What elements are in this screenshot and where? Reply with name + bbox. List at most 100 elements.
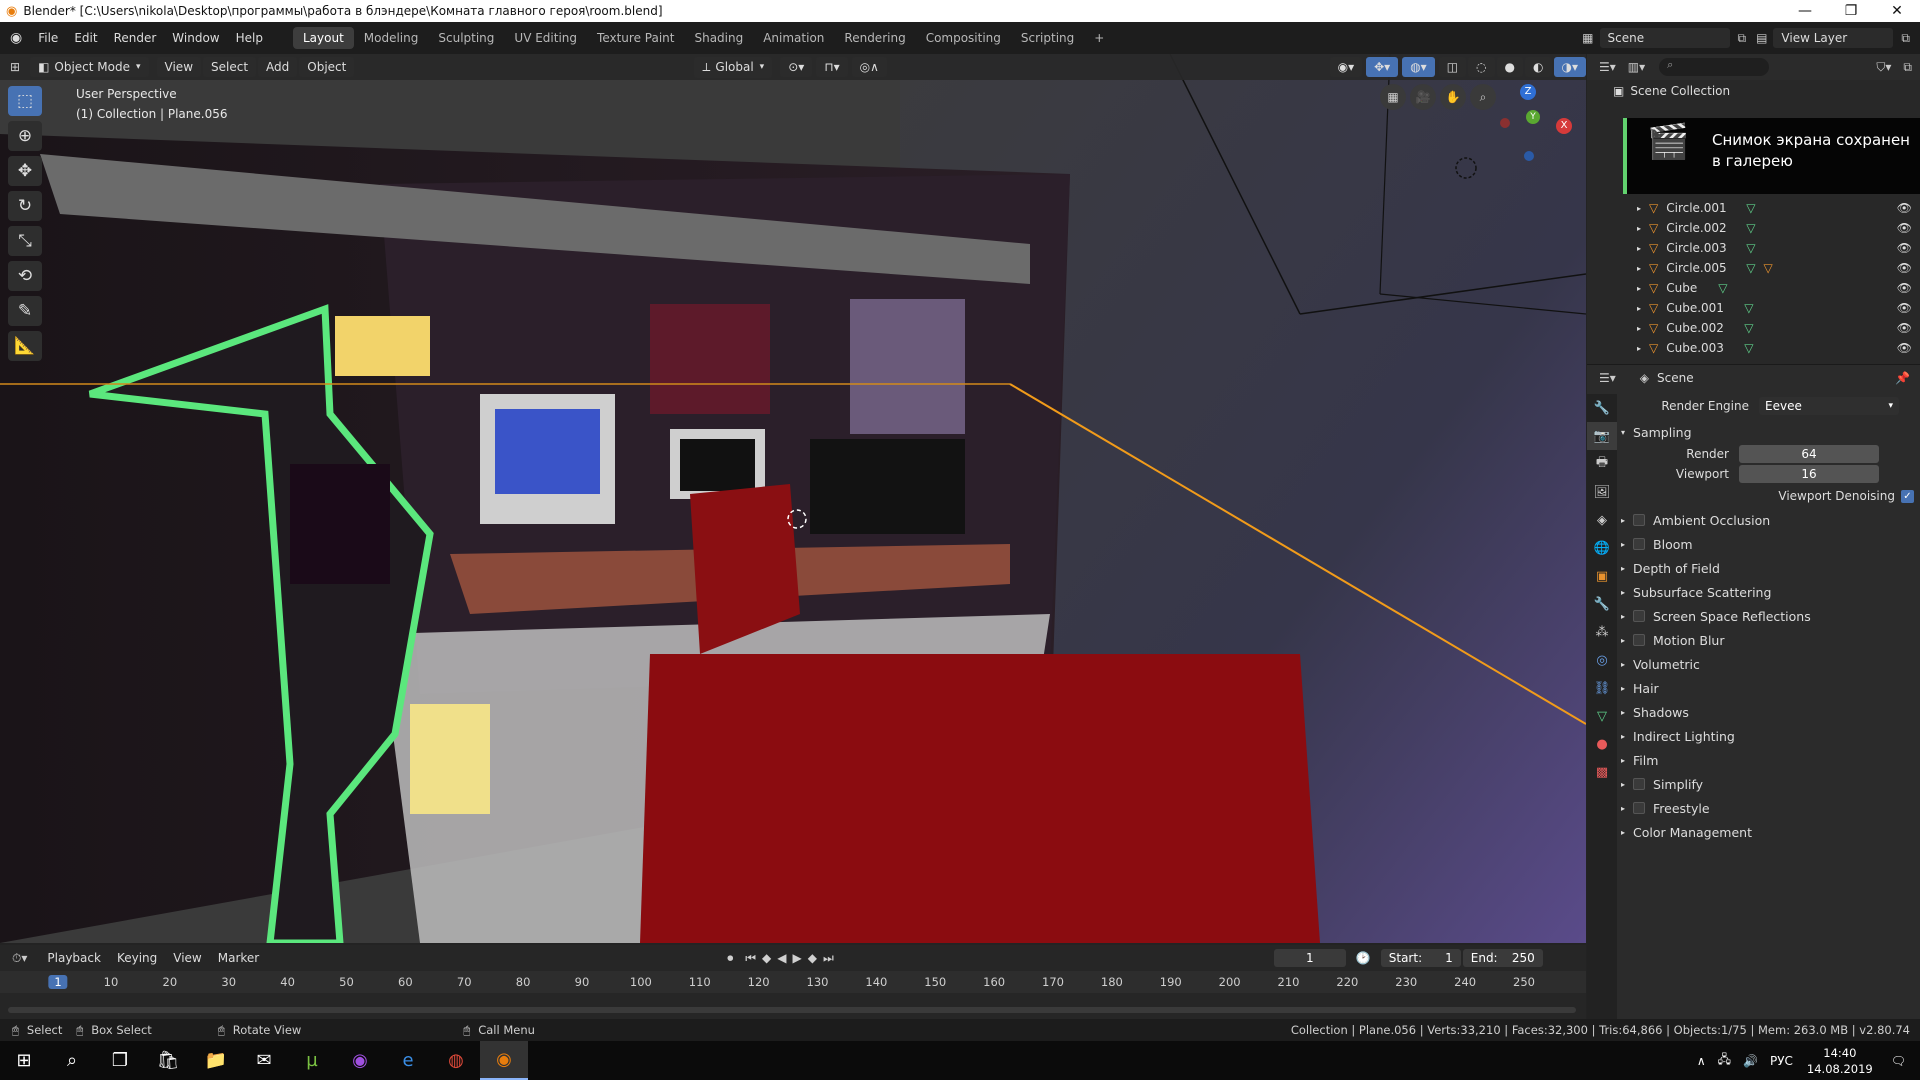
measure-tool-icon[interactable]: 📐 [8, 331, 42, 361]
scene-field[interactable]: Scene [1599, 28, 1730, 48]
axis-neg-z-handle[interactable] [1524, 151, 1534, 161]
pin-icon[interactable]: 📌 [1895, 371, 1910, 385]
tool-tab-icon[interactable]: 🔧 [1587, 394, 1617, 422]
axis-z-handle[interactable]: Z [1520, 84, 1536, 100]
menu-file[interactable]: File [30, 31, 66, 45]
minimize-button[interactable]: — [1782, 3, 1828, 19]
data-tab-icon[interactable]: ▽ [1587, 702, 1617, 730]
panel-enable-checkbox[interactable] [1633, 538, 1646, 550]
taskbar-clock[interactable]: 14:40 14.08.2019 [1807, 1045, 1873, 1077]
render-engine-dropdown[interactable]: Eevee ▾ [1759, 397, 1899, 415]
scene-selector-icon[interactable]: ▦ [1582, 31, 1593, 45]
properties-panel[interactable]: ▸ Freestyle [1619, 796, 1920, 820]
properties-panel[interactable]: ▸ Screen Space Reflections [1619, 604, 1920, 628]
viewport-samples-field[interactable]: 16 [1739, 465, 1879, 483]
panel-enable-checkbox[interactable] [1633, 610, 1646, 622]
outliner-editor-type-icon[interactable]: ☰▾ [1599, 60, 1616, 74]
task-view-icon[interactable]: ❐ [96, 1041, 144, 1080]
wireframe-shading-icon[interactable]: ◌ [1468, 57, 1495, 77]
expand-arrow-icon[interactable]: ▸ [1637, 204, 1641, 213]
properties-panel[interactable]: ▸ Depth of Field [1619, 556, 1920, 580]
expand-arrow-icon[interactable]: ▸ [1637, 264, 1641, 273]
rotate-tool-icon[interactable]: ↻ [8, 191, 42, 221]
select-tool-icon[interactable]: ⬚ [8, 86, 42, 116]
new-scene-icon[interactable]: ⧉ [1738, 31, 1747, 46]
eye-visibility-icon[interactable]: 👁 [1897, 301, 1912, 315]
constraints-tab-icon[interactable]: ⛓ [1587, 674, 1617, 702]
new-collection-icon[interactable]: ⧉ [1903, 60, 1912, 75]
menu-marker[interactable]: Marker [210, 948, 267, 968]
panel-enable-checkbox[interactable] [1633, 634, 1646, 646]
view-layer-tab-icon[interactable]: 🖼 [1587, 478, 1617, 506]
expand-arrow-icon[interactable]: ▸ [1637, 284, 1641, 293]
outliner-item[interactable]: ▸ ▽ Cube.002 ▽ 👁 [1587, 318, 1920, 338]
windows-start-icon[interactable]: ⊞ [0, 1041, 48, 1080]
mail-icon[interactable]: ✉ [240, 1041, 288, 1080]
move-tool-icon[interactable]: ✥ [8, 156, 42, 186]
transform-orientation[interactable]: ⟂ Global ▾ [694, 56, 773, 78]
axis-y-handle[interactable]: Y [1526, 110, 1540, 124]
overlay-toggle-icon[interactable]: ◍▾ [1402, 57, 1435, 77]
properties-panel[interactable]: ▸ Film [1619, 748, 1920, 772]
material-shading-icon[interactable]: ◐ [1525, 57, 1552, 77]
zoom-view-icon[interactable]: ⌕ [1470, 84, 1496, 110]
properties-panel[interactable]: ▸ Volumetric [1619, 652, 1920, 676]
tab-sculpting[interactable]: Sculpting [428, 27, 504, 49]
panel-enable-checkbox[interactable] [1633, 778, 1646, 790]
scale-tool-icon[interactable]: ⤡ [8, 226, 42, 256]
scene-tab-icon[interactable]: ◈ [1587, 506, 1617, 534]
current-frame-field[interactable]: 1 [1273, 949, 1346, 967]
properties-editor-type-icon[interactable]: ☰▾ [1599, 371, 1616, 385]
menu-help[interactable]: Help [228, 31, 271, 45]
cursor-tool-icon[interactable]: ⊕ [8, 121, 42, 151]
mode-selector[interactable]: ◧ Object Mode ▾ [30, 57, 149, 77]
new-view-layer-icon[interactable]: ⧉ [1901, 31, 1910, 46]
panel-enable-checkbox[interactable] [1633, 514, 1646, 526]
properties-panel[interactable]: ▸ Shadows [1619, 700, 1920, 724]
pivot-point-icon[interactable]: ⊙▾ [780, 57, 813, 77]
input-language[interactable]: РУС [1770, 1054, 1793, 1068]
blender-menu-icon[interactable]: ◉ [0, 30, 30, 46]
menu-window[interactable]: Window [164, 31, 227, 45]
restore-button[interactable]: ❐ [1828, 3, 1874, 19]
eye-visibility-icon[interactable]: 👁 [1897, 281, 1912, 295]
render-samples-field[interactable]: 64 [1739, 445, 1879, 463]
timeline-scrollbar[interactable] [8, 1007, 1576, 1013]
tray-chevron-icon[interactable]: ∧ [1697, 1054, 1706, 1068]
panel-enable-checkbox[interactable] [1633, 802, 1646, 814]
play-reverse-icon[interactable]: ◀ [777, 951, 786, 965]
visibility-icon[interactable]: ◉▾ [1329, 57, 1363, 77]
tab-uv-editing[interactable]: UV Editing [504, 27, 587, 49]
edge-browser-icon[interactable]: e [384, 1041, 432, 1080]
properties-panel[interactable]: ▸ Hair [1619, 676, 1920, 700]
store-icon[interactable]: 🛍 [144, 1041, 192, 1080]
menu-keying[interactable]: Keying [109, 948, 165, 968]
outliner-item[interactable]: ▸ ▽ Circle.003 ▽ 👁 [1587, 238, 1920, 258]
properties-panel[interactable]: ▸ Bloom [1619, 532, 1920, 556]
expand-arrow-icon[interactable]: ▸ [1637, 324, 1641, 333]
eye-visibility-icon[interactable]: 👁 [1897, 241, 1912, 255]
close-button[interactable]: ✕ [1874, 3, 1920, 19]
expand-arrow-icon[interactable]: ▸ [1637, 244, 1641, 253]
prev-keyframe-icon[interactable]: ◆ [762, 951, 771, 965]
annotate-tool-icon[interactable]: ✎ [8, 296, 42, 326]
particles-tab-icon[interactable]: ⁂ [1587, 618, 1617, 646]
outliner-item[interactable]: ▸ ▽ Circle.005 ▽ ▽ 👁 [1587, 258, 1920, 278]
3d-viewport[interactable] [0, 54, 1586, 943]
outliner-item[interactable]: ▸ ▽ Cube ▽ 👁 [1587, 278, 1920, 298]
axis-neg-x-handle[interactable] [1500, 118, 1510, 128]
eye-visibility-icon[interactable]: 👁 [1897, 321, 1912, 335]
notifications-icon[interactable]: 🗨 [1891, 1054, 1906, 1068]
menu-playback[interactable]: Playback [39, 948, 109, 968]
properties-panel[interactable]: ▸ Simplify [1619, 772, 1920, 796]
start-frame-field[interactable]: Start: 1 [1380, 949, 1461, 967]
solid-shading-icon[interactable]: ● [1496, 57, 1524, 77]
camera-view-icon[interactable]: 🎥 [1410, 84, 1436, 110]
add-workspace-button[interactable]: + [1084, 27, 1114, 49]
tab-shading[interactable]: Shading [684, 27, 753, 49]
view-layer-field[interactable]: View Layer [1773, 28, 1894, 48]
tab-modeling[interactable]: Modeling [354, 27, 429, 49]
play-icon[interactable]: ▶ [793, 951, 802, 965]
proportional-edit-icon[interactable]: ◎∧ [851, 57, 887, 77]
outliner-item[interactable]: ▸ ▽ Circle.001 ▽ 👁 [1587, 198, 1920, 218]
